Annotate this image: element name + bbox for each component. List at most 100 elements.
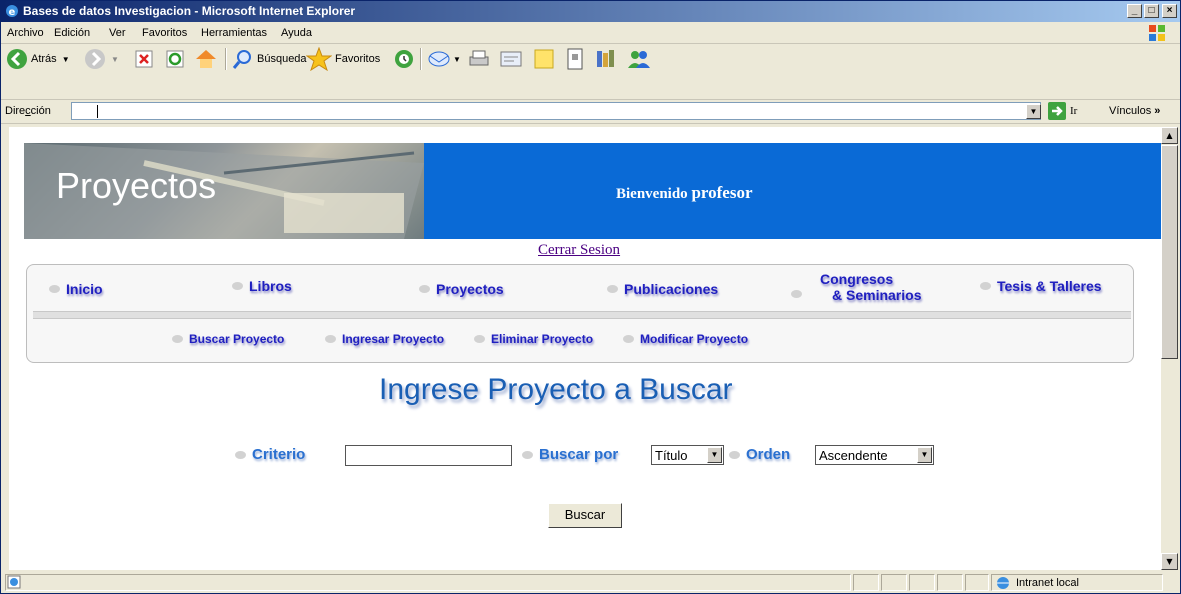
address-dropdown-icon[interactable]: ▼ (1026, 104, 1041, 119)
stop-button[interactable] (135, 44, 153, 74)
edit-icon (500, 51, 522, 67)
status-cell (881, 574, 907, 591)
home-icon (196, 50, 216, 68)
back-button[interactable]: Atrás ▼ (6, 44, 70, 74)
links-button[interactable]: Vínculos » (1109, 105, 1160, 117)
bullet-icon (791, 290, 802, 298)
web-page: Proyectos Bienvenido profesor Cerrar Ses… (9, 127, 1161, 570)
research-icon (567, 48, 583, 70)
minimize-button[interactable]: _ (1127, 4, 1142, 18)
buscar-por-select[interactable]: Título ▼ (651, 445, 724, 465)
forward-button[interactable]: ▼ (84, 44, 119, 74)
subnav-ingresar-proyecto[interactable]: Ingresar Proyecto (325, 332, 444, 346)
banner-title: Proyectos (56, 165, 217, 206)
zone-cell: Intranet local (991, 574, 1163, 591)
menu-herramientas[interactable]: Herramientas (201, 27, 267, 39)
criterio-input[interactable] (345, 445, 512, 466)
maximize-button[interactable]: □ (1144, 4, 1159, 18)
nav-libros[interactable]: Libros (232, 278, 292, 294)
bullet-icon (419, 285, 430, 293)
subnav-eliminar-proyecto[interactable]: Eliminar Proyecto (474, 332, 593, 346)
menu-favoritos[interactable]: Favoritos (142, 27, 187, 39)
toolbar-separator (225, 48, 227, 70)
menu-ver[interactable]: Ver (109, 27, 126, 39)
edit-button[interactable] (499, 44, 523, 74)
favorites-button[interactable]: Favoritos (306, 44, 380, 74)
bullet-icon (729, 450, 740, 459)
bullet-icon (235, 450, 246, 459)
contacts-icon (628, 51, 650, 68)
bullet-icon (522, 450, 533, 459)
address-bar: Dirección ▼ Ir Vínculos » (1, 100, 1180, 124)
toolbar-separator (420, 48, 422, 70)
go-button[interactable]: Ir (1048, 102, 1077, 120)
menu-archivo[interactable]: Archivo (7, 27, 44, 39)
browser-window: e Bases de datos Investigacion - Microso… (0, 0, 1181, 594)
bullet-icon (980, 282, 991, 290)
refresh-button[interactable] (166, 44, 184, 74)
bullet-icon (607, 285, 618, 293)
mail-icon (428, 51, 450, 67)
subnav-buscar-proyecto[interactable]: Buscar Proyecto (172, 332, 284, 346)
nav-proyectos[interactable]: Proyectos (419, 281, 504, 297)
subnav-modificar-proyecto[interactable]: Modificar Proyecto (623, 332, 748, 346)
intranet-globe-icon (997, 577, 1009, 589)
address-input[interactable] (71, 102, 1041, 120)
ie-icon: e (6, 5, 18, 18)
chevron-down-icon[interactable]: ▼ (917, 447, 932, 463)
discuss-button[interactable] (533, 44, 555, 74)
orden-label: Orden (729, 446, 790, 463)
status-text-cell (5, 574, 851, 591)
nav-divider (33, 311, 1131, 319)
search-button[interactable]: Búsqueda (232, 44, 307, 74)
messenger-button[interactable] (594, 44, 618, 74)
home-button[interactable] (194, 44, 218, 74)
menu-ayuda[interactable]: Ayuda (281, 27, 312, 39)
go-arrow-icon (1048, 102, 1066, 120)
header-banner: Proyectos Bienvenido profesor (24, 143, 1161, 239)
print-icon (469, 50, 489, 66)
history-icon (395, 50, 413, 68)
scroll-thumb[interactable] (1161, 145, 1178, 359)
buscar-button[interactable]: Buscar (548, 503, 622, 528)
nav-tesis-talleres[interactable]: Tesis & Talleres (980, 278, 1102, 294)
back-arrow-icon (7, 49, 27, 69)
nav-congresos[interactable]: Congresos & Seminarios (791, 271, 921, 303)
refresh-icon (166, 50, 184, 68)
menu-bar: Archivo Edición Ver Favoritos Herramient… (1, 23, 1180, 44)
window-title: Bases de datos Investigacion - Microsoft… (23, 4, 356, 18)
contacts-button[interactable] (626, 44, 652, 74)
title-bar[interactable]: e Bases de datos Investigacion - Microso… (1, 1, 1180, 22)
logout-link[interactable]: Cerrar Sesion (538, 242, 620, 259)
mail-button[interactable]: ▼ (427, 44, 461, 74)
nav-inicio[interactable]: Inicio (49, 281, 103, 297)
close-button[interactable]: × (1162, 4, 1177, 18)
bullet-icon (172, 335, 183, 343)
mail-dropdown-icon[interactable]: ▼ (453, 55, 461, 64)
chevron-right-icon: » (1154, 105, 1161, 117)
page-heading: Ingrese Proyecto a Buscar (379, 373, 733, 406)
orden-select[interactable]: Ascendente ▼ (815, 445, 934, 465)
buscar-por-label: Buscar por (522, 446, 618, 463)
stop-icon (135, 50, 153, 68)
back-dropdown-icon[interactable]: ▼ (62, 55, 70, 64)
chevron-down-icon[interactable]: ▼ (707, 447, 722, 463)
welcome-text: Bienvenido profesor (616, 183, 753, 202)
scroll-up-icon[interactable]: ▲ (1161, 127, 1178, 144)
forward-dropdown-icon[interactable]: ▼ (111, 55, 119, 64)
menu-edicion[interactable]: Edición (54, 27, 90, 39)
status-cell (853, 574, 879, 591)
scroll-down-icon[interactable]: ▼ (1161, 553, 1178, 570)
history-button[interactable] (393, 44, 415, 74)
bullet-icon (474, 335, 485, 343)
research-button[interactable] (566, 44, 584, 74)
status-cell (909, 574, 935, 591)
print-button[interactable] (467, 44, 491, 74)
vertical-scrollbar[interactable]: ▲ ▼ (1161, 127, 1178, 570)
criterio-label: Criterio (235, 446, 305, 463)
svg-text:e: e (9, 7, 16, 18)
bullet-icon (325, 335, 336, 343)
address-label: Dirección (5, 105, 51, 117)
nav-publicaciones[interactable]: Publicaciones (607, 281, 718, 297)
search-icon (232, 50, 251, 69)
